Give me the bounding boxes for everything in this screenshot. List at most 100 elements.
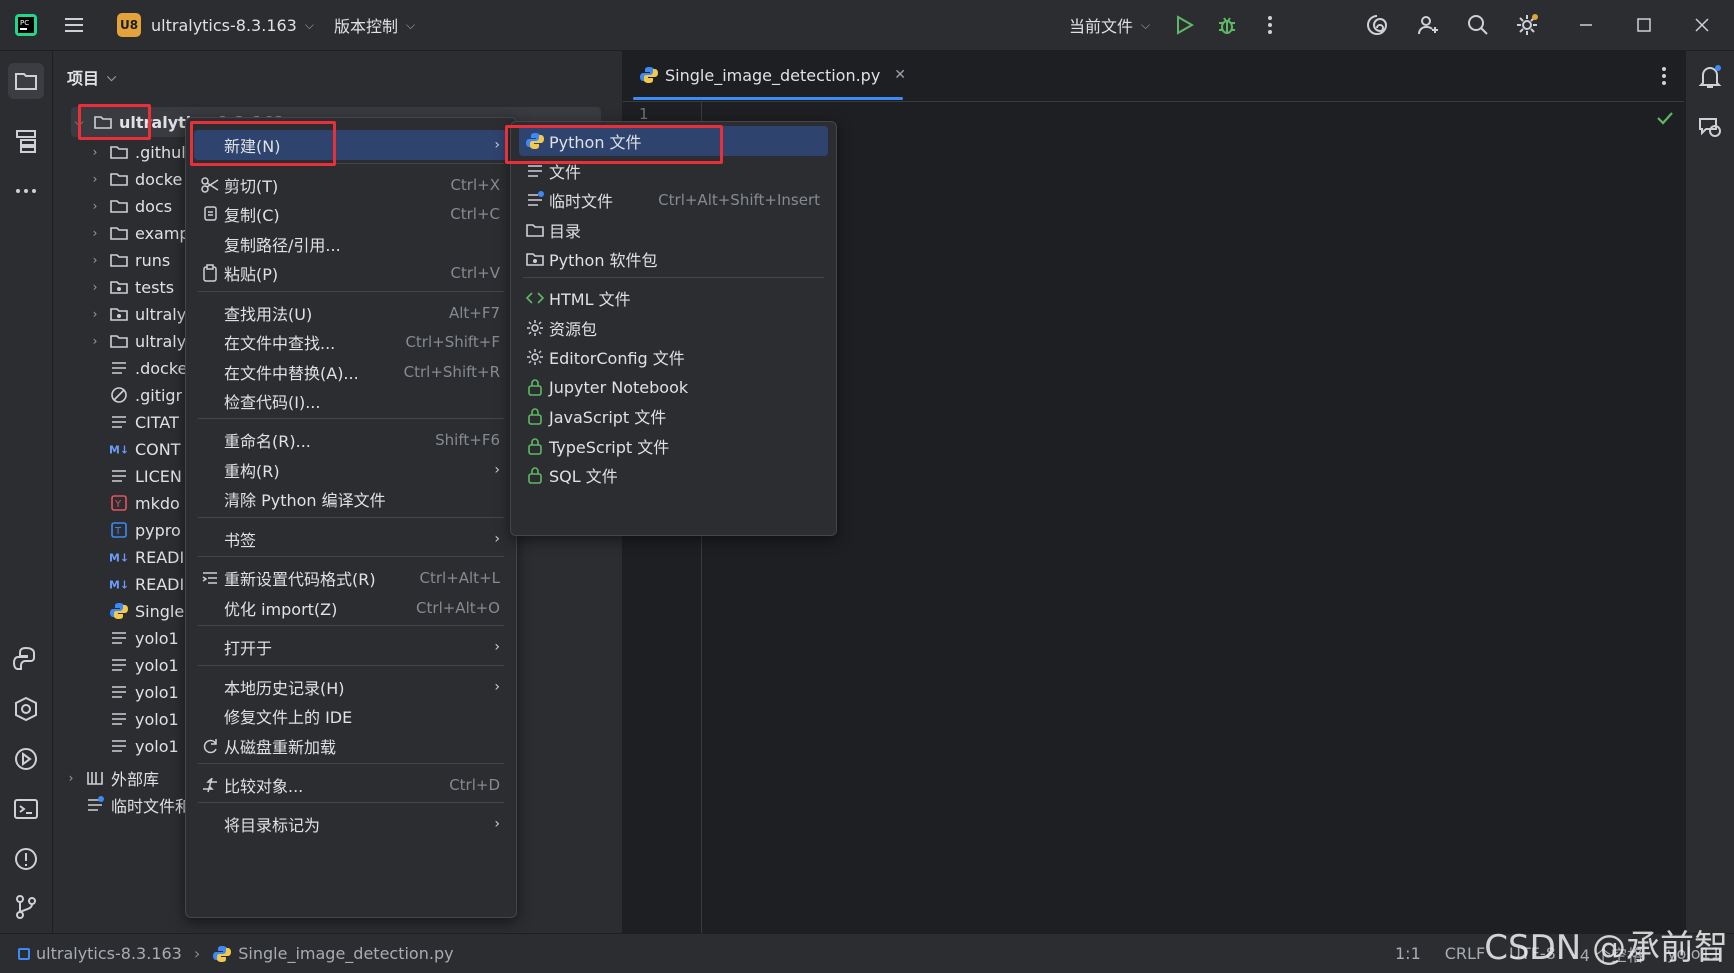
tree-item[interactable]: › ultraly bbox=[87, 326, 187, 356]
new-submenu-item[interactable]: 临时文件 Ctrl+Alt+Shift+Insert bbox=[519, 185, 828, 215]
tree-item[interactable]: › ultraly bbox=[87, 299, 187, 329]
pycharm-logo-icon[interactable]: PC bbox=[14, 13, 38, 37]
context-menu-item[interactable]: 查找用法(U) Alt+F7 bbox=[194, 298, 508, 328]
python-packages-icon[interactable] bbox=[12, 645, 40, 673]
tree-item[interactable]: M↓ READI bbox=[109, 569, 184, 599]
project-switcher[interactable]: U8 ultralytics-8.3.163 ⌵ bbox=[117, 0, 314, 50]
tree-item[interactable]: M↓ READI bbox=[109, 542, 184, 572]
context-menu-item[interactable]: 从磁盘重新加载 bbox=[194, 731, 508, 761]
menu-item-label: 从磁盘重新加载 bbox=[224, 738, 337, 757]
tree-item[interactable]: › examp bbox=[87, 218, 190, 248]
close-tab-icon[interactable]: ✕ bbox=[894, 67, 906, 83]
context-menu-item[interactable]: 复制(C) Ctrl+C bbox=[194, 199, 508, 229]
tree-item[interactable]: Tpypro bbox=[109, 515, 181, 545]
settings-gear-icon[interactable] bbox=[1515, 13, 1539, 37]
context-menu-item[interactable]: 修复文件上的 IDE bbox=[194, 701, 508, 731]
breadcrumb-project[interactable]: ultralytics-8.3.163 bbox=[36, 944, 182, 963]
new-submenu-item[interactable]: TypeScript 文件 bbox=[519, 431, 828, 461]
code-with-me-icon[interactable] bbox=[1416, 13, 1440, 37]
tree-item[interactable]: yolo1 bbox=[109, 677, 179, 707]
run-icon[interactable] bbox=[1172, 13, 1196, 37]
context-menu-item[interactable]: 书签 › bbox=[194, 524, 508, 554]
lock-icon bbox=[525, 436, 545, 456]
tree-item[interactable]: .gitigr bbox=[109, 380, 182, 410]
context-menu-item[interactable]: 将目录标记为 › bbox=[194, 809, 508, 839]
more-vertical-icon[interactable] bbox=[1258, 13, 1282, 37]
structure-icon[interactable] bbox=[12, 127, 40, 155]
tree-item[interactable]: › .githul bbox=[87, 137, 186, 167]
new-submenu-item[interactable]: HTML 文件 bbox=[519, 283, 828, 313]
tree-item-label: yolo1 bbox=[135, 628, 179, 648]
new-submenu-item[interactable]: EditorConfig 文件 bbox=[519, 342, 828, 372]
git-icon[interactable] bbox=[12, 893, 40, 921]
line-separator[interactable]: CRLF bbox=[1445, 944, 1485, 963]
notifications-icon[interactable] bbox=[1696, 63, 1724, 91]
chevron-right-icon: › bbox=[92, 334, 98, 348]
tree-item[interactable]: Single bbox=[109, 596, 184, 626]
caret-position[interactable]: 1:1 bbox=[1395, 944, 1421, 963]
context-menu-item[interactable]: 重构(R) › bbox=[194, 455, 508, 485]
context-menu-item[interactable]: 重新设置代码格式(R) Ctrl+Alt+L bbox=[194, 563, 508, 593]
context-menu-item[interactable]: 在文件中替换(A)... Ctrl+Shift+R bbox=[194, 357, 508, 387]
services-icon[interactable] bbox=[12, 695, 40, 723]
lock-icon bbox=[525, 465, 545, 485]
tree-item[interactable]: yolo1 bbox=[109, 623, 179, 653]
context-menu-item[interactable]: 检查代码(I)... bbox=[194, 386, 508, 416]
context-menu-item[interactable]: 在文件中查找... Ctrl+Shift+F bbox=[194, 327, 508, 357]
new-submenu-item[interactable]: Python 软件包 bbox=[519, 244, 828, 274]
tree-item-external-libs[interactable]: › 外部库 bbox=[63, 763, 159, 793]
vcs-menu[interactable]: 版本控制 ⌵ bbox=[334, 0, 415, 50]
no-problems-check-icon[interactable] bbox=[1655, 108, 1675, 128]
new-submenu-item[interactable]: Jupyter Notebook bbox=[519, 372, 828, 402]
tree-item[interactable]: Ymkdo bbox=[109, 488, 180, 518]
new-submenu-item[interactable]: 资源包 bbox=[519, 313, 828, 343]
problems-icon[interactable] bbox=[12, 845, 40, 873]
project-panel-header[interactable]: 项目 ⌵ bbox=[67, 65, 116, 89]
tree-item[interactable]: › runs bbox=[87, 245, 171, 275]
tree-item[interactable]: yolo1 bbox=[109, 704, 179, 734]
context-menu-item[interactable]: 重命名(R)... Shift+F6 bbox=[194, 425, 508, 455]
ai-chat-icon[interactable] bbox=[1696, 113, 1724, 141]
new-submenu-item[interactable]: SQL 文件 bbox=[519, 460, 828, 490]
tree-item[interactable]: yolo1 bbox=[109, 731, 179, 761]
tree-item-label: .docke bbox=[135, 358, 188, 378]
menu-item-shortcut: Ctrl+D bbox=[449, 776, 500, 794]
main-menu-icon[interactable] bbox=[62, 13, 86, 37]
tree-item[interactable]: LICEN bbox=[109, 461, 182, 491]
more-tools-icon[interactable] bbox=[12, 177, 40, 205]
project-tool-window-icon[interactable] bbox=[8, 63, 44, 99]
maximize-icon[interactable] bbox=[1632, 13, 1656, 37]
context-menu-item[interactable]: 剪切(T) Ctrl+X bbox=[194, 170, 508, 200]
editor-tab-single-image[interactable]: Single_image_detection.py ✕ bbox=[639, 51, 906, 99]
context-menu-item[interactable]: 本地历史记录(H) › bbox=[194, 672, 508, 702]
tree-item[interactable]: .docke bbox=[109, 353, 187, 383]
debug-icon[interactable] bbox=[1215, 13, 1239, 37]
terminal-icon[interactable] bbox=[12, 795, 40, 823]
context-menu-item[interactable]: 复制路径/引用... bbox=[194, 229, 508, 259]
context-menu-item[interactable]: 粘贴(P) Ctrl+V bbox=[194, 258, 508, 288]
ai-assistant-icon[interactable] bbox=[1365, 13, 1389, 37]
tree-item[interactable]: › docs bbox=[87, 191, 172, 221]
context-menu-item[interactable]: 优化 import(Z) Ctrl+Alt+O bbox=[194, 593, 508, 623]
context-menu-item[interactable]: 打开于 › bbox=[194, 632, 508, 662]
menu-item-label: 重新设置代码格式(R) bbox=[224, 570, 376, 589]
tree-item[interactable]: CITAT bbox=[109, 407, 179, 437]
context-menu-item[interactable]: 比较对象... Ctrl+D bbox=[194, 770, 508, 800]
run-config-selector[interactable]: 当前文件 ⌵ bbox=[1069, 0, 1150, 50]
tree-item[interactable]: yolo1 bbox=[109, 650, 179, 680]
breadcrumb: ultralytics-8.3.163 › Single_image_detec… bbox=[18, 934, 454, 973]
new-submenu-item[interactable]: 目录 bbox=[519, 215, 828, 245]
chevron-right-icon: › bbox=[92, 280, 98, 294]
breadcrumb-file[interactable]: Single_image_detection.py bbox=[238, 944, 453, 963]
tree-item[interactable]: › docke bbox=[87, 164, 183, 194]
more-vertical-icon[interactable] bbox=[1652, 64, 1676, 88]
tree-item-scratch[interactable]: 临时文件和 bbox=[85, 790, 191, 820]
new-submenu-item[interactable]: JavaScript 文件 bbox=[519, 401, 828, 431]
run-tool-icon[interactable] bbox=[12, 745, 40, 773]
tree-item[interactable]: › tests bbox=[87, 272, 174, 302]
context-menu-item[interactable]: 清除 Python 编译文件 bbox=[194, 484, 508, 514]
tree-item[interactable]: M↓ CONT bbox=[109, 434, 181, 464]
close-window-icon[interactable] bbox=[1690, 13, 1714, 37]
minimize-icon[interactable] bbox=[1574, 13, 1598, 37]
search-icon[interactable] bbox=[1466, 13, 1490, 37]
